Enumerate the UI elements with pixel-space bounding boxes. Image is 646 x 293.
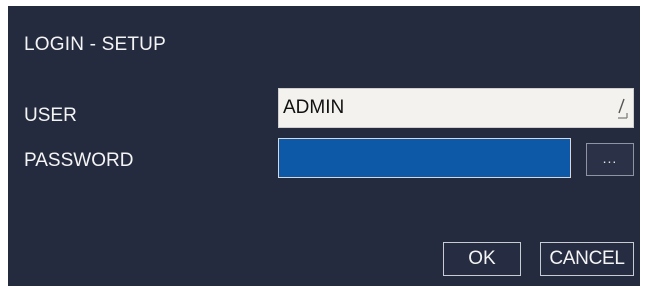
- dialog-title: LOGIN - SETUP: [24, 34, 166, 55]
- password-more-button[interactable]: ...: [586, 143, 634, 176]
- user-label: USER: [24, 105, 77, 126]
- user-select-field[interactable]: ADMIN: [278, 88, 634, 128]
- cancel-button[interactable]: CANCEL: [540, 242, 634, 276]
- password-field[interactable]: [278, 138, 571, 178]
- login-setup-dialog: LOGIN - SETUP USER ADMIN PASSWORD ... OK…: [8, 6, 640, 286]
- pencil-edit-icon[interactable]: [614, 93, 628, 123]
- ok-button[interactable]: OK: [443, 242, 521, 276]
- user-value: ADMIN: [283, 97, 345, 118]
- password-label: PASSWORD: [24, 150, 134, 171]
